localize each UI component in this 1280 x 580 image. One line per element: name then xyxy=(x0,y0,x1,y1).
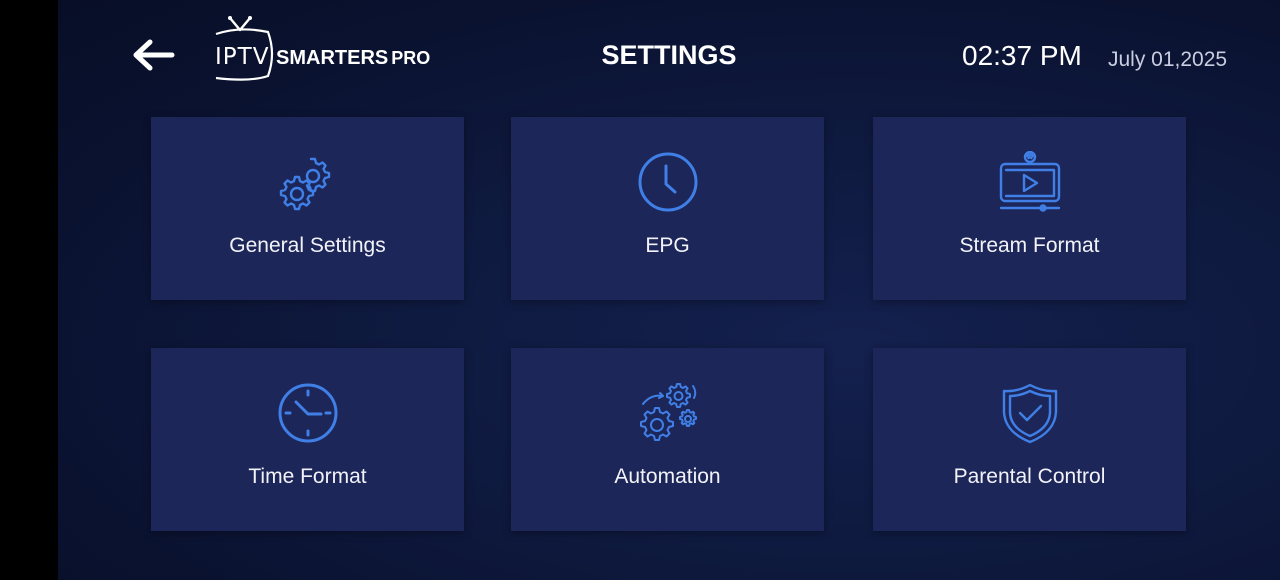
tile-stream-format[interactable]: Stream Format xyxy=(873,117,1186,300)
logo-pro-word: PRO xyxy=(391,48,431,68)
clock-icon xyxy=(278,383,338,443)
logo-smarters-word: SMARTERS xyxy=(276,47,389,69)
gears-icon xyxy=(279,157,331,211)
tile-label: Parental Control xyxy=(953,465,1106,488)
app-logo: IPTV SMARTERS PRO xyxy=(210,14,440,84)
page-title: SETTINGS xyxy=(601,40,737,70)
tile-label: Automation xyxy=(614,465,721,488)
monitor-play-icon xyxy=(999,151,1061,212)
arrow-left-icon xyxy=(133,39,175,71)
tile-label: Time Format xyxy=(248,465,367,488)
tile-automation[interactable]: Automation xyxy=(511,348,824,531)
tile-label: EPG xyxy=(645,234,690,257)
tile-time-format[interactable]: Time Format xyxy=(151,348,464,531)
tile-epg[interactable]: EPG xyxy=(511,117,824,300)
automation-gears-icon xyxy=(640,383,697,441)
tile-parental-control[interactable]: Parental Control xyxy=(873,348,1186,531)
tile-label: General Settings xyxy=(229,234,386,257)
back-button[interactable] xyxy=(132,38,176,72)
tile-general-settings[interactable]: General Settings xyxy=(151,117,464,300)
tile-label: Stream Format xyxy=(959,234,1100,257)
clock-icon xyxy=(638,152,698,212)
shield-check-icon xyxy=(1002,383,1058,444)
clock-date: July 01,2025 xyxy=(1108,48,1228,71)
logo-iptv-text: IPTV xyxy=(215,44,270,70)
logo-smarters-text: SMARTERS PRO xyxy=(276,47,430,70)
clock-time: 02:37 PM xyxy=(962,40,1082,71)
